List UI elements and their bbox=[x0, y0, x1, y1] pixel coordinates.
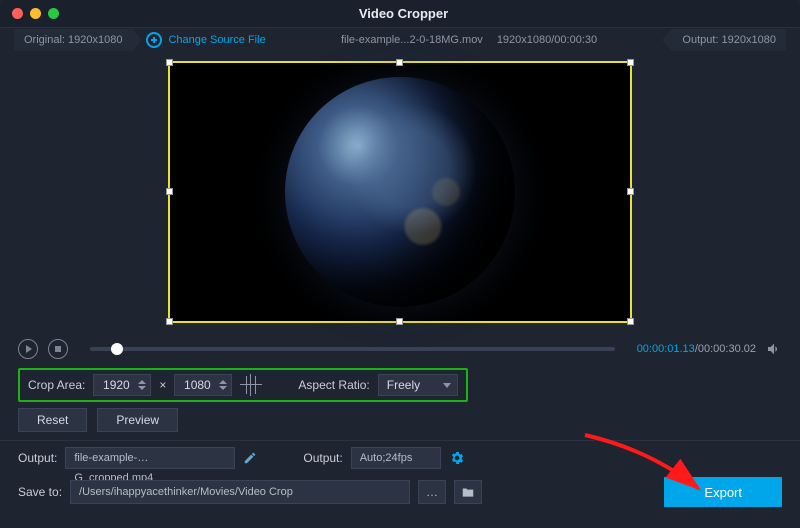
stop-icon bbox=[55, 346, 61, 352]
plus-circle-icon bbox=[146, 32, 162, 48]
close-icon[interactable] bbox=[12, 8, 23, 19]
crop-handle-mr[interactable] bbox=[627, 188, 634, 195]
source-resolution-time: 1920x1080/00:00:30 bbox=[497, 34, 597, 46]
original-size-label: Original: 1920x1080 bbox=[14, 29, 132, 51]
crop-handle-tl[interactable] bbox=[166, 59, 173, 66]
change-source-label: Change Source File bbox=[168, 34, 265, 46]
info-bar: Original: 1920x1080 Change Source File f… bbox=[0, 28, 800, 52]
crop-width-field[interactable] bbox=[93, 374, 151, 396]
crop-handle-br[interactable] bbox=[627, 318, 634, 325]
crop-handle-ml[interactable] bbox=[166, 188, 173, 195]
output-row: Output: file-example-…G_cropped.mp4 Outp… bbox=[0, 445, 800, 471]
current-time: 00:00:01.13 bbox=[637, 343, 695, 355]
timeline-slider[interactable] bbox=[90, 347, 615, 351]
minimize-icon[interactable] bbox=[30, 8, 41, 19]
times-label: × bbox=[159, 378, 166, 392]
browse-path-button[interactable]: … bbox=[418, 480, 446, 504]
aspect-ratio-label: Aspect Ratio: bbox=[298, 378, 369, 392]
volume-icon[interactable] bbox=[766, 341, 782, 357]
play-icon bbox=[26, 345, 32, 353]
action-buttons-row: Reset Preview bbox=[0, 404, 800, 436]
titlebar: Video Cropper bbox=[0, 0, 800, 28]
source-filename: file-example...2-0-18MG.mov bbox=[341, 34, 483, 46]
crop-settings-row: Crop Area: × Aspect Ratio: Freely bbox=[0, 366, 800, 404]
total-time: 00:00:30.02 bbox=[698, 343, 756, 355]
crop-handle-tm[interactable] bbox=[396, 59, 403, 66]
video-preview-area bbox=[0, 52, 800, 332]
crop-height-input[interactable] bbox=[179, 378, 215, 392]
video-content bbox=[285, 77, 515, 307]
save-path-field: /Users/ihappyacethinker/Movies/Video Cro… bbox=[70, 480, 410, 504]
aspect-ratio-select[interactable]: Freely bbox=[378, 374, 458, 396]
window-controls bbox=[0, 8, 59, 19]
height-step-down[interactable] bbox=[219, 386, 227, 390]
export-button[interactable]: Export bbox=[664, 477, 782, 507]
height-step-up[interactable] bbox=[219, 380, 227, 384]
output-size-label: Output: 1920x1080 bbox=[672, 29, 786, 51]
preview-button[interactable]: Preview bbox=[97, 408, 178, 432]
reset-button[interactable]: Reset bbox=[18, 408, 87, 432]
crop-settings-highlight: Crop Area: × Aspect Ratio: Freely bbox=[18, 368, 468, 402]
crop-area-label: Crop Area: bbox=[28, 378, 85, 392]
change-source-button[interactable]: Change Source File bbox=[146, 32, 265, 48]
output-filename-field: file-example-…G_cropped.mp4 bbox=[65, 447, 235, 469]
width-step-up[interactable] bbox=[138, 380, 146, 384]
crop-width-input[interactable] bbox=[98, 378, 134, 392]
save-to-label: Save to: bbox=[18, 485, 62, 499]
output-filename-label: Output: bbox=[18, 451, 57, 465]
crop-height-field[interactable] bbox=[174, 374, 232, 396]
play-button[interactable] bbox=[18, 339, 38, 359]
center-crop-icon[interactable] bbox=[240, 374, 262, 396]
output-format-label: Output: bbox=[303, 451, 342, 465]
maximize-icon[interactable] bbox=[48, 8, 59, 19]
timeline-knob[interactable] bbox=[111, 343, 123, 355]
transport-bar: 00:00:01.13/00:00:30.02 bbox=[0, 332, 800, 366]
divider bbox=[0, 440, 800, 441]
timecode: 00:00:01.13/00:00:30.02 bbox=[637, 343, 756, 355]
crop-frame[interactable] bbox=[168, 61, 632, 323]
width-step-down[interactable] bbox=[138, 386, 146, 390]
edit-filename-icon[interactable] bbox=[243, 451, 257, 465]
output-format-field: Auto;24fps bbox=[351, 447, 441, 469]
output-settings-icon[interactable] bbox=[449, 450, 465, 466]
crop-handle-bm[interactable] bbox=[396, 318, 403, 325]
window-title: Video Cropper bbox=[59, 6, 800, 21]
stop-button[interactable] bbox=[48, 339, 68, 359]
folder-icon bbox=[461, 486, 475, 498]
crop-handle-bl[interactable] bbox=[166, 318, 173, 325]
crop-handle-tr[interactable] bbox=[627, 59, 634, 66]
open-folder-button[interactable] bbox=[454, 480, 482, 504]
